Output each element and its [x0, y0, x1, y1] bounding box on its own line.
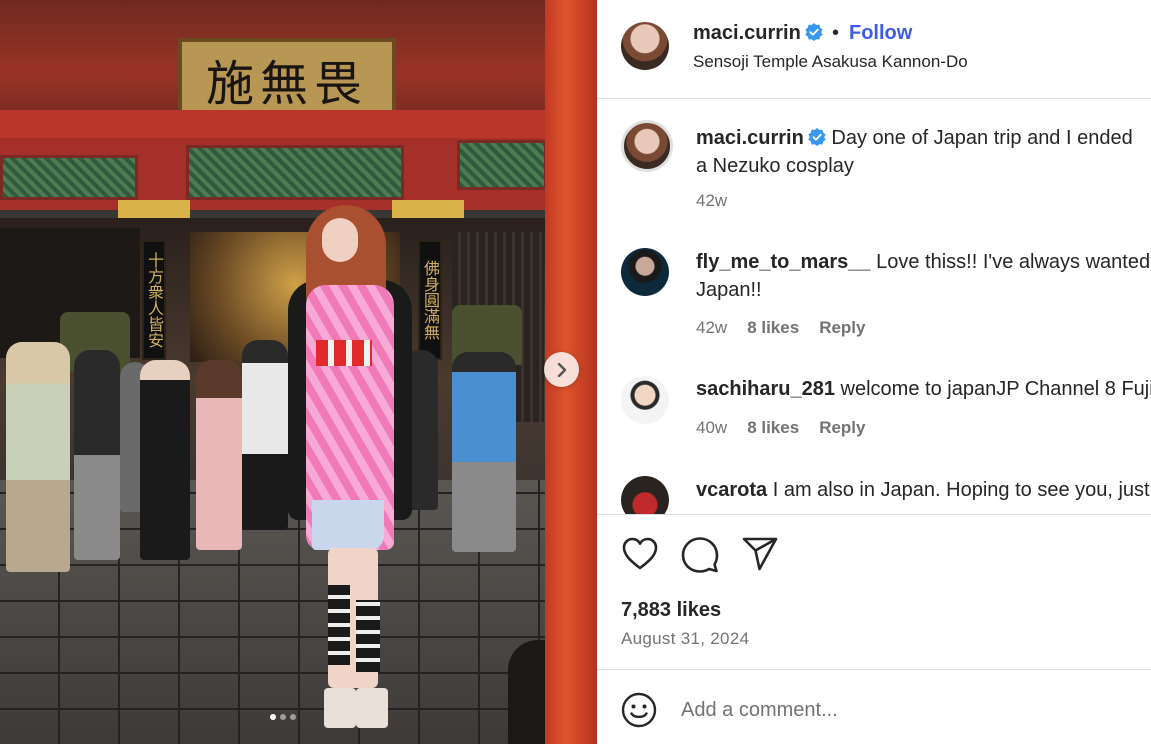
post-actions: 7,883 likes August 31, 2024	[597, 514, 1151, 670]
carousel-dot-active	[270, 714, 276, 720]
post-header: maci.currin • Follow Sensoji Temple Asak…	[597, 0, 1151, 99]
header-username[interactable]: maci.currin	[693, 22, 823, 45]
separator-dot: •	[832, 22, 840, 44]
temple-lattice	[186, 145, 404, 200]
post-photo[interactable]: 施無畏 十方衆人皆安 佛身圓滿無	[0, 0, 597, 744]
gold-ornament	[392, 200, 464, 218]
temple-lattice	[457, 140, 547, 190]
caption-line: maci.currin Day one of Japan trip and I …	[696, 124, 1151, 152]
comment-username[interactable]: vcarota	[696, 479, 767, 501]
tourist	[242, 340, 288, 530]
follow-button[interactable]: Follow	[849, 22, 912, 45]
verified-badge-icon	[805, 23, 823, 41]
heart-icon[interactable]	[621, 535, 659, 573]
carousel-next-button[interactable]	[544, 352, 579, 387]
comment-text-line2: Japan!!	[696, 279, 762, 301]
comment-meta: 42w 8 likes Reply	[696, 318, 885, 338]
likes-count[interactable]: 7,883 likes	[621, 599, 721, 622]
avatar[interactable]	[621, 248, 669, 296]
reply-button[interactable]: Reply	[819, 318, 865, 337]
comment-time: 42w	[696, 191, 728, 210]
geta-sandal	[356, 688, 388, 728]
caption-username[interactable]: maci.currin	[696, 127, 804, 149]
carousel-dots	[270, 714, 296, 720]
crowd	[0, 340, 540, 572]
leg-wrap	[328, 585, 350, 665]
comment-text: I am also in Japan. Hoping to see you, j…	[772, 479, 1150, 501]
post-side-panel: maci.currin • Follow Sensoji Temple Asak…	[597, 0, 1151, 744]
geta-sandal	[324, 688, 356, 728]
paper-plane-icon[interactable]	[741, 535, 779, 573]
chevron-right-icon	[557, 362, 566, 377]
add-comment-bar	[597, 670, 1151, 744]
tourist	[74, 350, 120, 560]
tourist	[196, 360, 242, 550]
location-link[interactable]: Sensoji Temple Asakusa Kannon-Do	[693, 52, 968, 72]
comment-meta: 42w	[696, 191, 747, 211]
tourist	[140, 360, 190, 560]
comment-text: Love thiss!! I've always wanted	[876, 251, 1151, 273]
face	[322, 218, 358, 262]
verified-badge-icon	[808, 128, 826, 146]
obi-sash	[316, 340, 372, 366]
avatar[interactable]	[621, 120, 673, 172]
leg-wrap	[356, 600, 380, 672]
temple-lattice	[0, 155, 138, 200]
comment-likes[interactable]: 8 likes	[747, 418, 799, 437]
comment-line: vcarota I am also in Japan. Hoping to se…	[696, 476, 1151, 504]
temple-sign: 施無畏	[178, 38, 396, 120]
comment-line: fly_me_to_mars__ Love thiss!! I've alway…	[696, 248, 1151, 276]
carousel-dot	[280, 714, 286, 720]
caption-text-line2: a Nezuko cosplay	[696, 155, 854, 177]
avatar[interactable]	[621, 476, 669, 514]
comment-text: welcome to japanJP Channel 8 Fuji	[840, 378, 1151, 400]
comments-list[interactable]: maci.currin Day one of Japan trip and I …	[597, 100, 1151, 514]
carousel-dot	[290, 714, 296, 720]
gold-ornament	[118, 200, 190, 218]
comment-meta: 40w 8 likes Reply	[696, 418, 885, 438]
comment-bubble-icon[interactable]	[681, 535, 719, 573]
avatar[interactable]	[621, 376, 669, 424]
comment-time: 40w	[696, 418, 728, 437]
temple-eave	[0, 110, 597, 138]
caption-text: Day one of Japan trip and I ended	[831, 127, 1133, 149]
post-date[interactable]: August 31, 2024	[621, 629, 749, 649]
kimono-hem	[312, 500, 384, 550]
comment-username[interactable]: sachiharu_281	[696, 378, 835, 400]
reply-button[interactable]: Reply	[819, 418, 865, 437]
comment-line: sachiharu_281 welcome to japanJP Channel…	[696, 375, 1151, 403]
comment-username[interactable]: fly_me_to_mars__	[696, 251, 871, 273]
comment-likes[interactable]: 8 likes	[747, 318, 799, 337]
username-text[interactable]: maci.currin	[693, 22, 801, 44]
add-comment-input[interactable]	[681, 690, 1121, 730]
avatar[interactable]	[621, 22, 669, 70]
tourist	[452, 352, 516, 552]
emoji-smiley-icon[interactable]	[621, 692, 657, 728]
comment-time: 42w	[696, 318, 728, 337]
tourist	[6, 342, 70, 572]
